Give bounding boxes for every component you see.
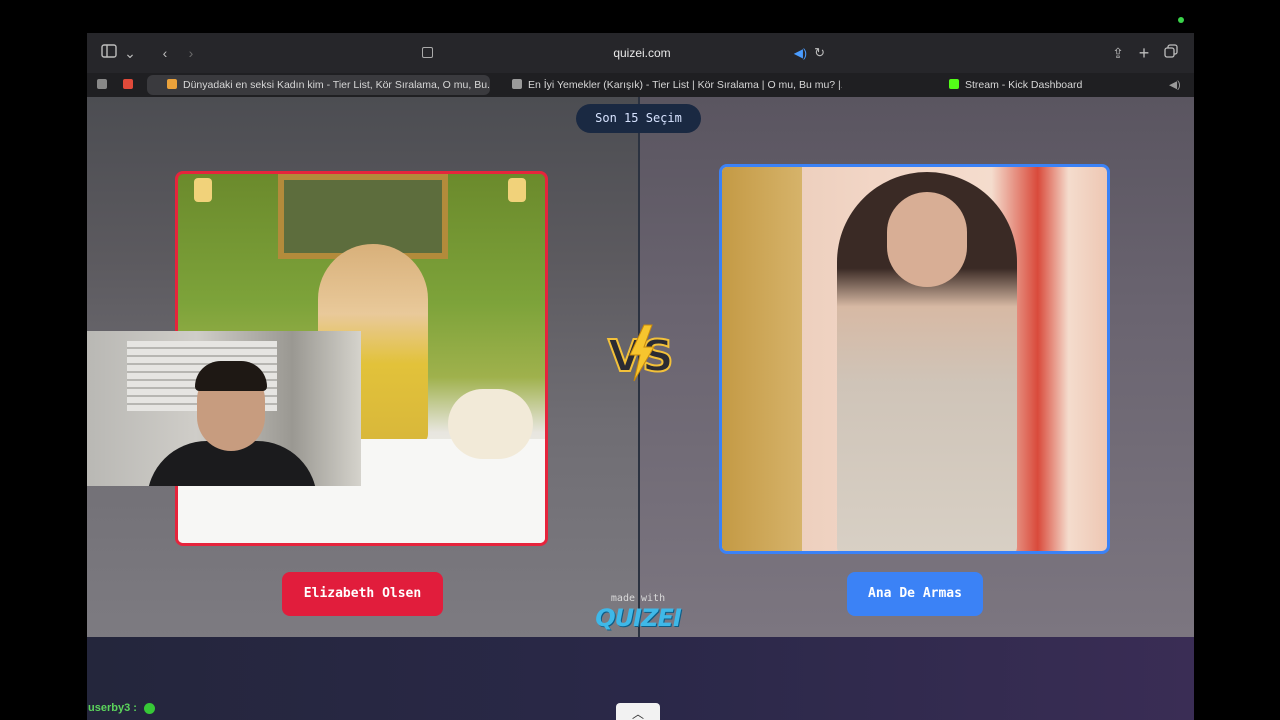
choice-button-right[interactable]: Ana De Armas [847,572,983,616]
tab-bar: Dünyadaki en seksi Kadın kim - Tier List… [87,73,1194,97]
tab-favicon-icon [512,79,522,90]
scroll-up-button[interactable]: ︿ [616,703,660,720]
tab-quizei-food[interactable]: En İyi Yemekler (Karışık) - Tier List | … [512,75,842,95]
streamer-hair [195,361,267,391]
reload-icon[interactable]: ↻ [814,42,825,64]
tab-title: Stream - Kick Dashboard [965,79,1083,91]
webcam-overlay [87,331,361,486]
sidebar-icon[interactable] [99,43,119,63]
choice-button-left[interactable]: Elizabeth Olsen [282,572,443,616]
mute-icon[interactable]: ◀) [1169,75,1185,95]
chat-username: userby3 [88,702,131,714]
statue [722,167,802,551]
url-text: quizei.com [613,46,671,60]
chat-message: userby3 : [88,702,155,714]
site-settings-icon[interactable] [422,47,433,58]
forward-icon[interactable]: › [181,43,201,63]
tab-title: En İyi Yemekler (Karışık) - Tier List | … [528,79,842,91]
audio-icon[interactable]: ◀) [794,42,807,64]
tab-favicon-icon [167,79,177,90]
tab-title: Dünyadaki en seksi Kadın kim - Tier List… [183,79,490,91]
tab-quizei-active[interactable]: Dünyadaki en seksi Kadın kim - Tier List… [147,75,490,95]
tab-kick-dashboard[interactable]: Stream - Kick Dashboard [949,75,1149,95]
browser-toolbar: ⌄ ‹ › quizei.com ◀) ↻ ⇪ + [87,33,1194,73]
choice-card-right[interactable] [719,164,1110,554]
emoji-icon [144,702,155,714]
vs-icon: VS [604,323,676,383]
round-badge: Son 15 Seçim [576,104,701,133]
back-icon[interactable]: ‹ [155,43,175,63]
address-bar[interactable]: quizei.com ◀) ↻ [417,42,867,64]
roses [448,389,533,459]
chat-separator: : [133,702,137,714]
kick-icon [949,79,959,90]
face [887,192,967,287]
chevron-up-icon: ︿ [631,707,644,720]
new-tab-icon[interactable]: + [1135,43,1153,63]
browser-window: ⌄ ‹ › quizei.com ◀) ↻ ⇪ + Dünyadaki en s… [87,33,1194,720]
gmail-icon[interactable] [123,75,137,95]
made-with-label: made with [610,593,666,604]
share-icon[interactable]: ⇪ [1109,43,1127,63]
wall-lamp [508,178,526,202]
pinned-tab-icon[interactable] [97,75,109,95]
chevron-down-icon[interactable]: ⌄ [123,43,137,63]
quiz-page: Son 15 Seçim VS Elizabeth Ols [87,97,1194,720]
wall-lamp [194,178,212,202]
recording-indicator [1178,17,1184,23]
quizei-logo[interactable]: QUIZEI [595,604,682,632]
tab-overview-icon[interactable] [1162,43,1180,63]
